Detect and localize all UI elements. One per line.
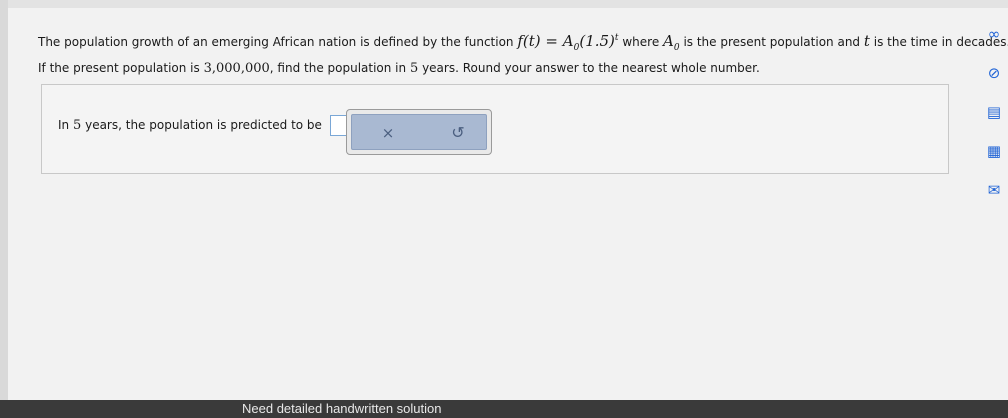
caption-bar: Need detailed handwritten solution — [0, 400, 1008, 418]
function-exponent: t — [614, 33, 619, 43]
question-line-2: If the present population is 3,000,000, … — [38, 58, 968, 79]
infinity-icon[interactable]: ∞ — [984, 24, 1004, 44]
calculator-icon[interactable]: ▦ — [984, 141, 1004, 161]
question-line2-end: years. Round your answer to the nearest … — [422, 61, 760, 75]
function-head: f(t) = A — [517, 32, 574, 50]
side-toolbar: ∞ ⊘ ▤ ▦ ✉ — [984, 24, 1006, 219]
answer-tools-bar: × ↺ — [351, 114, 487, 150]
undo-button[interactable]: ↺ — [448, 123, 468, 143]
question-line-1: The population growth of an emerging Afr… — [38, 28, 1008, 58]
answer-tools-popup: × ↺ — [346, 109, 492, 155]
question-line2-start: If the present population is — [38, 61, 200, 75]
variable-letter: A — [663, 32, 674, 50]
years-value: 5 — [409, 61, 419, 76]
answer-panel: In 5 years, the population is predicted … — [41, 84, 949, 174]
top-edge — [0, 0, 1008, 8]
answer-years: 5 — [72, 118, 82, 133]
question-intro: The population growth of an emerging Afr… — [38, 35, 514, 49]
answer-sentence: In 5 years, the population is predicted … — [58, 115, 356, 136]
question-text: The population growth of an emerging Afr… — [38, 28, 1008, 79]
caption-text: Need detailed handwritten solution — [242, 401, 442, 416]
function-expression: f(t) = A0(1.5)t — [517, 32, 619, 53]
where-word: where — [622, 35, 660, 49]
left-edge — [0, 0, 8, 418]
function-base: (1.5) — [579, 32, 615, 50]
present-population: 3,000,000 — [203, 61, 270, 76]
variable-t: t — [863, 32, 870, 50]
check-circle-icon[interactable]: ⊘ — [984, 63, 1004, 83]
clear-button[interactable]: × — [378, 123, 398, 143]
variable-subscript: 0 — [673, 43, 680, 53]
question-mid: is the present population and — [683, 35, 861, 49]
answer-pre: In — [58, 118, 70, 132]
answer-post: years, the population is predicted to be — [85, 118, 322, 132]
variable-a0: A0 — [663, 32, 680, 53]
mail-icon[interactable]: ✉ — [984, 180, 1004, 200]
question-line2-mid: , find the population in — [269, 61, 407, 75]
notepad-icon[interactable]: ▤ — [984, 102, 1004, 122]
